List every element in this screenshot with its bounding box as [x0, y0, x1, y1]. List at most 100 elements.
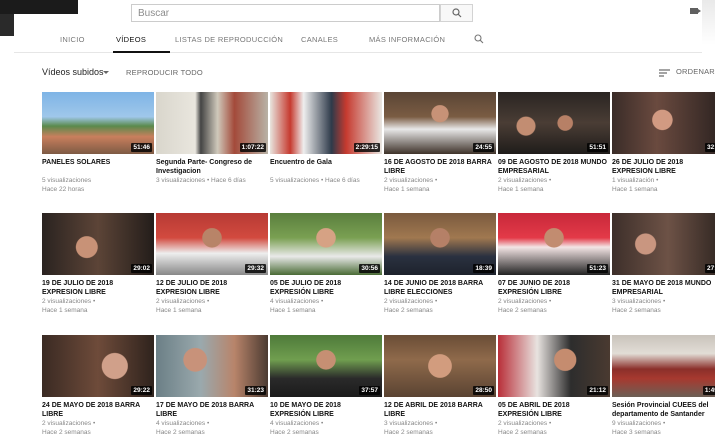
- video-title[interactable]: 19 DE JULIO DE 2018 EXPRESION LIBRE: [42, 279, 154, 297]
- video-title[interactable]: Sesión Provincial CUEES del departamento…: [612, 401, 715, 419]
- duration-badge: 51:23: [587, 264, 608, 273]
- video-title[interactable]: 05 DE JULIO DE 2018 EXPRESIÓN LIBRE: [270, 279, 382, 297]
- video-thumbnail[interactable]: 24:55: [384, 92, 496, 154]
- view-count: 2 visualizaciones: [384, 298, 434, 305]
- video-meta: 4 visualizaciones • Hace 2 semanas: [156, 420, 210, 436]
- upload-age: Hace 2 semanas: [498, 307, 547, 314]
- view-count: 2 visualizaciones: [42, 298, 92, 305]
- video-title[interactable]: 24 DE MAYO DE 2018 BARRA LIBRE: [42, 401, 154, 419]
- video-thumbnail[interactable]: 51:46: [42, 92, 154, 154]
- video-title[interactable]: 12 DE ABRIL DE 2018 BARRA LIBRE: [384, 401, 496, 419]
- video-card[interactable]: 18:39 14 DE JUNIO DE 2018 BARRA LIBRE EL…: [384, 213, 496, 325]
- video-meta: 1 visualización • Hace 1 semana: [612, 177, 659, 193]
- video-thumbnail[interactable]: 29:32: [156, 213, 268, 275]
- video-thumbnail[interactable]: 1:07:22: [156, 92, 268, 154]
- video-thumbnail[interactable]: 29:22: [42, 335, 154, 397]
- duration-badge: 21:12: [587, 386, 608, 395]
- video-title[interactable]: 14 DE JUNIO DE 2018 BARRA LIBRE ELECCION…: [384, 279, 496, 297]
- duration-badge: 28:50: [473, 386, 494, 395]
- video-thumbnail[interactable]: 2:29:15: [270, 92, 382, 154]
- tab-playlists[interactable]: LISTAS DE REPRODUCCIÓN: [175, 35, 283, 44]
- view-count: 2 visualizaciones: [498, 177, 548, 184]
- video-title[interactable]: 31 DE MAYO DE 2018 MUNDO EMPRESARIAL: [612, 279, 715, 297]
- logo-area[interactable]: [0, 0, 78, 14]
- video-title[interactable]: Segunda Parte- Congreso de Investigacion: [156, 158, 268, 176]
- video-thumbnail[interactable]: 30:56: [270, 213, 382, 275]
- search-button[interactable]: [440, 4, 473, 22]
- video-title[interactable]: 26 DE JULIO DE 2018 EXPRESION LIBRE: [612, 158, 715, 176]
- upload-age: Hace 2 semanas: [156, 429, 205, 436]
- video-card[interactable]: 51:23 07 DE JUNIO DE 2018 EXPRESIÓN LIBR…: [498, 213, 610, 325]
- tab-videos[interactable]: VÍDEOS: [116, 35, 146, 44]
- video-card[interactable]: 29:02 19 DE JULIO DE 2018 EXPRESION LIBR…: [42, 213, 154, 325]
- upload-video-icon[interactable]: [690, 8, 701, 14]
- video-card[interactable]: 2:29:15 Encuentro de Gala 5 visualizacio…: [270, 92, 382, 204]
- view-count: 2 visualizaciones: [384, 177, 434, 184]
- view-count: 2 visualizaciones: [156, 298, 206, 305]
- video-card[interactable]: 1:49: Sesión Provincial CUEES del depart…: [612, 335, 715, 447]
- view-count: 2 visualizaciones: [42, 420, 92, 427]
- video-title[interactable]: PANELES SOLARES: [42, 158, 154, 167]
- video-card[interactable]: 29:32 12 DE JULIO DE 2018 EXPRESION LIBR…: [156, 213, 268, 325]
- video-card[interactable]: 51:51 09 DE AGOSTO DE 2018 MUNDO EMPRESA…: [498, 92, 610, 204]
- video-meta: 3 visualizaciones • Hace 2 semanas: [384, 420, 438, 436]
- window-edge: [0, 14, 14, 36]
- video-title[interactable]: 10 DE MAYO DE 2018 EXPRESIÓN LIBRE: [270, 401, 382, 419]
- sort-button[interactable]: ORDENAR: [676, 67, 715, 76]
- upload-age: Hace 22 horas: [42, 186, 85, 193]
- channel-search-icon[interactable]: [474, 34, 484, 44]
- sort-icon[interactable]: [659, 69, 670, 77]
- video-thumbnail[interactable]: 27:1: [612, 213, 715, 275]
- video-thumbnail[interactable]: 1:49:: [612, 335, 715, 397]
- video-thumbnail[interactable]: 31:23: [156, 335, 268, 397]
- video-title[interactable]: 07 DE JUNIO DE 2018 EXPRESIÓN LIBRE: [498, 279, 610, 297]
- video-title[interactable]: 09 DE AGOSTO DE 2018 MUNDO EMPRESARIAL: [498, 158, 610, 176]
- duration-badge: 2:29:15: [353, 143, 380, 152]
- video-thumbnail[interactable]: 51:51: [498, 92, 610, 154]
- upload-age: Hace 3 semanas: [612, 429, 661, 436]
- video-title[interactable]: 12 DE JULIO DE 2018 EXPRESION LIBRE: [156, 279, 268, 297]
- video-card[interactable]: 37:57 10 DE MAYO DE 2018 EXPRESIÓN LIBRE…: [270, 335, 382, 447]
- tab-channels[interactable]: CANALES: [301, 35, 338, 44]
- video-title[interactable]: 05 DE ABRIL DE 2018 EXPRESIÓN LIBRE: [498, 401, 610, 419]
- video-card[interactable]: 28:50 12 DE ABRIL DE 2018 BARRA LIBRE 3 …: [384, 335, 496, 447]
- video-title[interactable]: 16 DE AGOSTO DE 2018 BARRA LIBRE: [384, 158, 496, 176]
- video-meta: 2 visualizaciones • Hace 1 semana: [384, 177, 438, 193]
- upload-age: Hace 6 días: [325, 177, 360, 184]
- chevron-down-icon[interactable]: [103, 71, 109, 74]
- video-thumbnail[interactable]: 28:50: [384, 335, 496, 397]
- search-input[interactable]: Buscar: [131, 4, 440, 22]
- video-card[interactable]: 21:12 05 DE ABRIL DE 2018 EXPRESIÓN LIBR…: [498, 335, 610, 447]
- video-thumbnail[interactable]: 51:23: [498, 213, 610, 275]
- view-count: 1 visualización: [612, 177, 655, 184]
- video-title[interactable]: Encuentro de Gala: [270, 158, 382, 167]
- video-thumbnail[interactable]: 18:39: [384, 213, 496, 275]
- video-title[interactable]: 17 DE MAYO DE 2018 BARRA LIBRE: [156, 401, 268, 419]
- video-card[interactable]: 30:56 05 DE JULIO DE 2018 EXPRESIÓN LIBR…: [270, 213, 382, 325]
- view-count: 5 visualizaciones: [270, 177, 320, 184]
- duration-badge: 1:49:: [702, 386, 715, 395]
- play-all-button[interactable]: REPRODUCIR TODO: [126, 68, 203, 77]
- tab-inicio[interactable]: INICIO: [60, 35, 85, 44]
- video-thumbnail[interactable]: 37:57: [270, 335, 382, 397]
- upload-age: Hace 2 semanas: [384, 429, 433, 436]
- video-thumbnail[interactable]: 29:02: [42, 213, 154, 275]
- upload-age: Hace 2 semanas: [270, 429, 319, 436]
- video-thumbnail[interactable]: 21:12: [498, 335, 610, 397]
- video-meta: 4 visualizaciones • Hace 2 semanas: [270, 420, 324, 436]
- duration-badge: 29:32: [245, 264, 266, 273]
- uploaded-videos-dropdown[interactable]: Vídeos subidos: [42, 67, 104, 77]
- video-card[interactable]: 24:55 16 DE AGOSTO DE 2018 BARRA LIBRE 2…: [384, 92, 496, 204]
- video-card[interactable]: 32:3 26 DE JULIO DE 2018 EXPRESION LIBRE…: [612, 92, 715, 204]
- view-count: 2 visualizaciones: [498, 420, 548, 427]
- video-thumbnail[interactable]: 32:3: [612, 92, 715, 154]
- video-card[interactable]: 51:46 PANELES SOLARES 5 visualizaciones H…: [42, 92, 154, 204]
- video-card[interactable]: 1:07:22 Segunda Parte- Congreso de Inves…: [156, 92, 268, 204]
- video-card[interactable]: 31:23 17 DE MAYO DE 2018 BARRA LIBRE 4 v…: [156, 335, 268, 447]
- upload-age: Hace 1 semana: [270, 307, 316, 314]
- tab-about[interactable]: MÁS INFORMACIÓN: [369, 35, 445, 44]
- video-meta: 2 visualizaciones • Hace 1 semana: [42, 298, 96, 314]
- top-bar: Buscar: [0, 0, 715, 36]
- video-card[interactable]: 29:22 24 DE MAYO DE 2018 BARRA LIBRE 2 v…: [42, 335, 154, 447]
- video-card[interactable]: 27:1 31 DE MAYO DE 2018 MUNDO EMPRESARIA…: [612, 213, 715, 325]
